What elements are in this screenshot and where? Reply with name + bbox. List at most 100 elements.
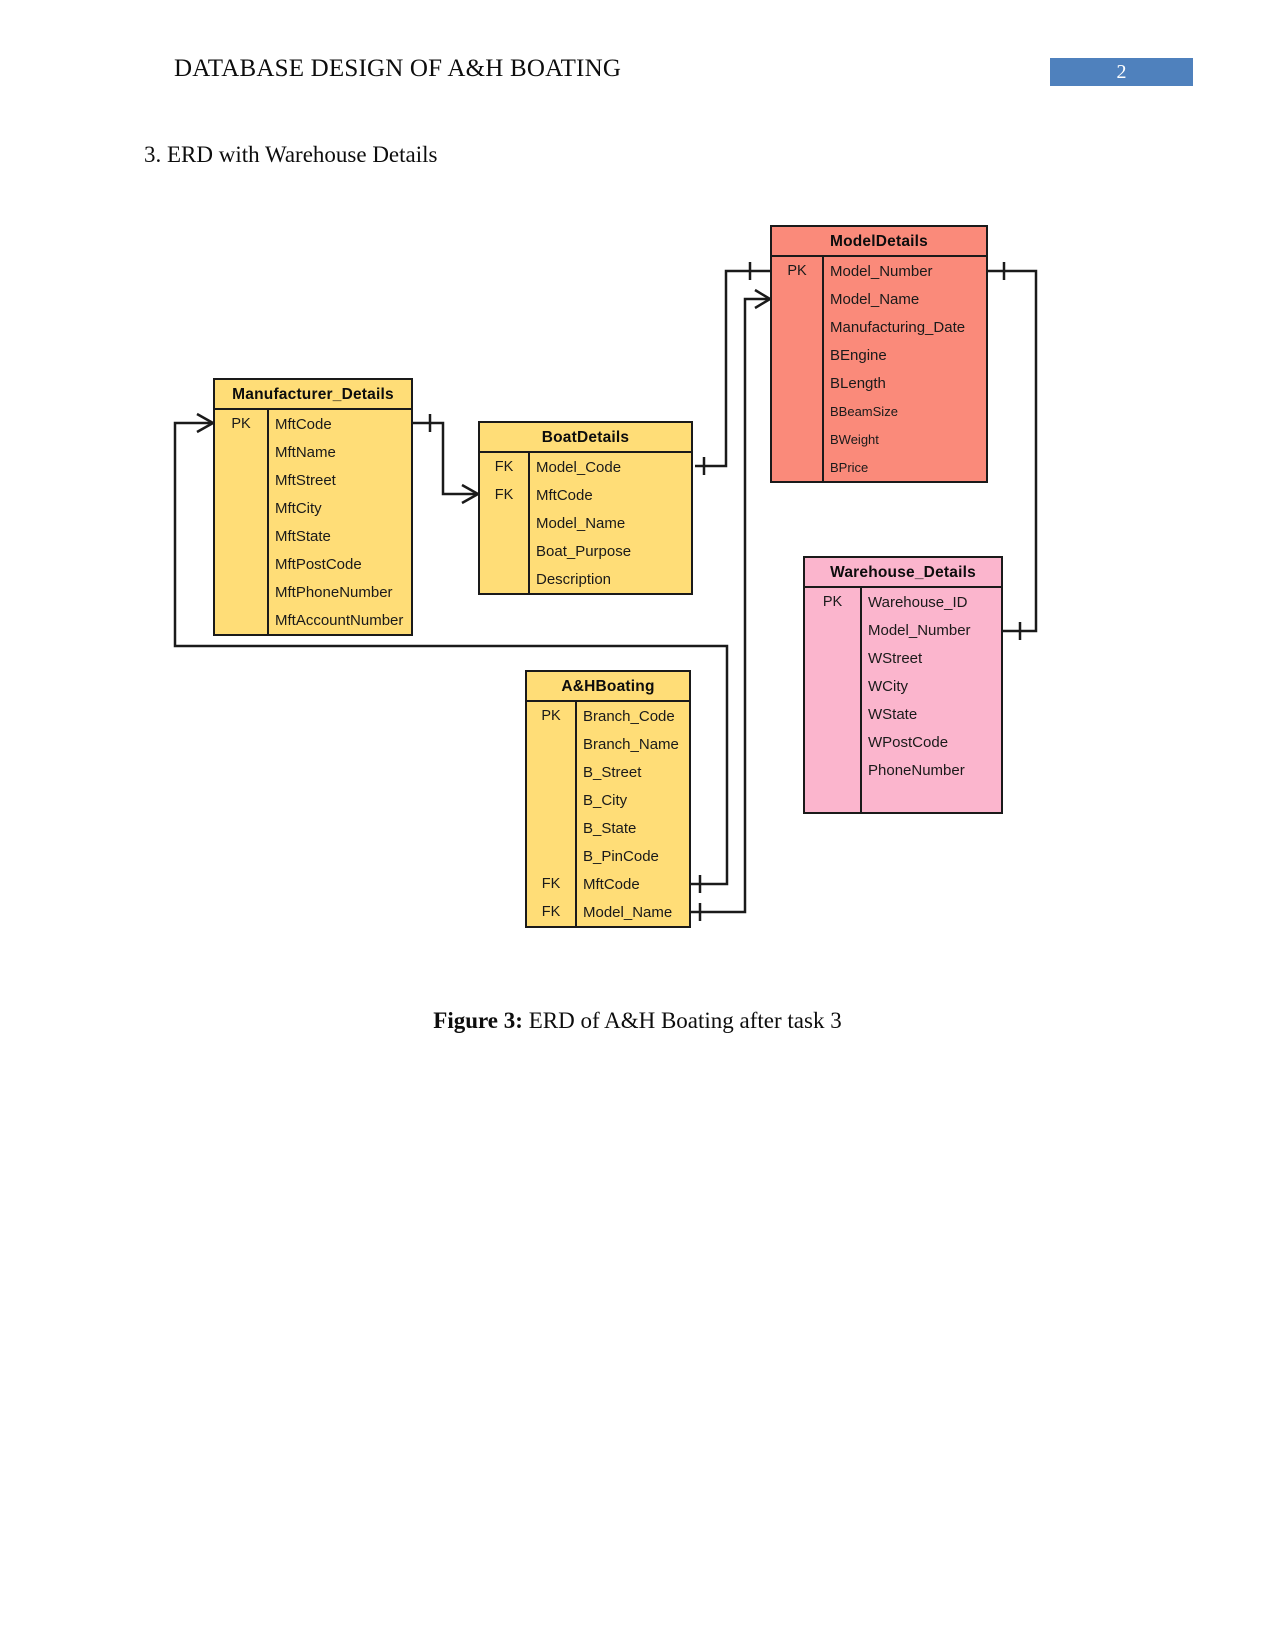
attribute-name: B_Street xyxy=(583,763,642,781)
attribute-key: PK xyxy=(541,708,561,724)
attribute-row: WStreet xyxy=(805,644,1001,672)
attribute-row: WState xyxy=(805,700,1001,728)
attribute-name: MftPhoneNumber xyxy=(275,583,393,601)
attribute-name: Model_Name xyxy=(830,290,920,308)
attribute-row: FK MftCode xyxy=(527,870,689,898)
entity-model-details[interactable]: ModelDetails PK Model_Number Model_Name … xyxy=(770,225,988,483)
attribute-key: PK xyxy=(787,263,807,279)
attribute-name: Branch_Code xyxy=(583,707,675,725)
attribute-row: MftPhoneNumber xyxy=(215,578,411,606)
attribute-name: Manufacturing_Date xyxy=(830,318,966,336)
attribute-name: Description xyxy=(536,570,612,588)
attribute-row: Branch_Name xyxy=(527,730,689,758)
page-number-badge: 2 xyxy=(1050,58,1193,86)
attribute-name: PhoneNumber xyxy=(868,761,965,779)
attribute-name: MftCode xyxy=(536,486,593,504)
attribute-row: WPostCode xyxy=(805,728,1001,756)
attribute-row: PK Warehouse_ID xyxy=(805,588,1001,616)
attribute-name: MftName xyxy=(275,443,336,461)
attribute-key: FK xyxy=(494,487,514,503)
attribute-name: BLength xyxy=(830,374,886,392)
attribute-row: BBeamSize xyxy=(772,397,986,425)
attribute-row: Model_Name xyxy=(772,285,986,313)
figure-caption: Figure 3: ERD of A&H Boating after task … xyxy=(0,1008,1275,1034)
attribute-row: PhoneNumber xyxy=(805,756,1001,784)
entity-title: Manufacturer_Details xyxy=(215,380,411,410)
entity-manufacturer-details[interactable]: Manufacturer_Details PK MftCode MftName … xyxy=(213,378,413,636)
entity-body: PK Warehouse_ID Model_Number WStreet WCi… xyxy=(805,588,1001,812)
attribute-row: MftStreet xyxy=(215,466,411,494)
attribute-name: Boat_Purpose xyxy=(536,542,632,560)
entity-title: ModelDetails xyxy=(772,227,986,257)
attribute-name: WStreet xyxy=(868,649,923,667)
attribute-name: MftPostCode xyxy=(275,555,362,573)
attribute-key: FK xyxy=(541,904,561,920)
attribute-name: MftAccountNumber xyxy=(275,611,404,629)
attribute-name: MftCity xyxy=(275,499,322,517)
attribute-row: Manufacturing_Date xyxy=(772,313,986,341)
attribute-row: FK MftCode xyxy=(480,481,691,509)
attribute-name: WState xyxy=(868,705,918,723)
attribute-row: B_Street xyxy=(527,758,689,786)
attribute-row: BWeight xyxy=(772,425,986,453)
attribute-row: BLength xyxy=(772,369,986,397)
attribute-row: PK MftCode xyxy=(215,410,411,438)
attribute-row: PK Branch_Code xyxy=(527,702,689,730)
attribute-row: FK Model_Name xyxy=(527,898,689,926)
erd-diagram: Manufacturer_Details PK MftCode MftName … xyxy=(0,190,1275,980)
figure-caption-text: ERD of A&H Boating after task 3 xyxy=(522,1008,842,1033)
attribute-name: B_State xyxy=(583,819,637,837)
entity-title: BoatDetails xyxy=(480,423,691,453)
attribute-name: Model_Code xyxy=(536,458,622,476)
column-separator xyxy=(528,453,530,593)
attribute-name: BWeight xyxy=(830,431,879,447)
page-header: DATABASE DESIGN OF A&H BOATING 2 xyxy=(0,0,1275,110)
attribute-name: WPostCode xyxy=(868,733,949,751)
attribute-name: BBeamSize xyxy=(830,403,898,419)
attribute-row: Model_Number xyxy=(805,616,1001,644)
attribute-row: BPrice xyxy=(772,453,986,481)
attribute-name: Model_Name xyxy=(583,903,673,921)
section-heading: 3. ERD with Warehouse Details xyxy=(144,142,438,167)
attribute-row: B_State xyxy=(527,814,689,842)
attribute-row: B_PinCode xyxy=(527,842,689,870)
column-separator xyxy=(267,410,269,634)
attribute-row: MftPostCode xyxy=(215,550,411,578)
attribute-row: MftName xyxy=(215,438,411,466)
attribute-key: FK xyxy=(494,459,514,475)
attribute-row: B_City xyxy=(527,786,689,814)
attribute-name: Model_Name xyxy=(536,514,626,532)
attribute-name: Model_Number xyxy=(868,621,971,639)
entity-ah-boating[interactable]: A&HBoating PK Branch_Code Branch_Name B_… xyxy=(525,670,691,928)
attribute-key: PK xyxy=(822,594,843,610)
entity-warehouse-details[interactable]: Warehouse_Details PK Warehouse_ID Model_… xyxy=(803,556,1003,814)
attribute-row: Description xyxy=(480,565,691,593)
attribute-row-spacer xyxy=(805,784,1001,812)
attribute-name: BEngine xyxy=(830,346,887,364)
entity-boat-details[interactable]: BoatDetails FK Model_Code FK MftCode Mod… xyxy=(478,421,693,595)
figure-caption-label: Figure 3: xyxy=(433,1008,523,1033)
attribute-name: MftCode xyxy=(583,875,640,893)
column-separator xyxy=(575,702,577,926)
entity-body: FK Model_Code FK MftCode Model_Name Boat… xyxy=(480,453,691,593)
attribute-key: FK xyxy=(541,876,561,892)
entity-title: Warehouse_Details xyxy=(805,558,1001,588)
entity-title: A&HBoating xyxy=(527,672,689,702)
attribute-row: Model_Name xyxy=(480,509,691,537)
attribute-row: MftAccountNumber xyxy=(215,606,411,634)
attribute-name: Model_Number xyxy=(830,262,933,280)
attribute-row: BEngine xyxy=(772,341,986,369)
attribute-row: MftCity xyxy=(215,494,411,522)
attribute-row: WCity xyxy=(805,672,1001,700)
attribute-row: FK Model_Code xyxy=(480,453,691,481)
attribute-row: MftState xyxy=(215,522,411,550)
column-separator xyxy=(822,257,824,481)
attribute-name: MftState xyxy=(275,527,331,545)
attribute-row: Boat_Purpose xyxy=(480,537,691,565)
attribute-name: B_City xyxy=(583,791,628,809)
attribute-name: BPrice xyxy=(830,459,869,475)
attribute-name: B_PinCode xyxy=(583,847,659,865)
attribute-name: Warehouse_ID xyxy=(868,593,968,611)
entity-body: PK Model_Number Model_Name Manufacturing… xyxy=(772,257,986,481)
attribute-name: Branch_Name xyxy=(583,735,679,753)
